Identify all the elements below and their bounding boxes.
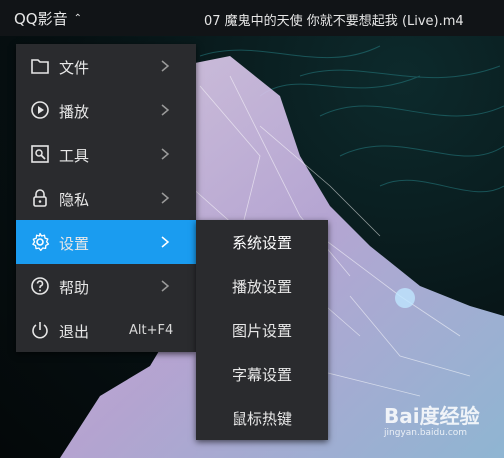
- gear-icon: [32, 232, 50, 252]
- menu-item-label: 播放: [59, 103, 90, 121]
- menu-item-file[interactable]: 文件: [16, 44, 196, 88]
- watermark-url: jingyan.baidu.com: [384, 428, 468, 438]
- menu-item-play[interactable]: 播放: [16, 88, 196, 132]
- menu-item-privacy[interactable]: 隐私: [16, 176, 196, 220]
- baidu-watermark: Bai度经验 jingyan.baidu.com: [384, 400, 499, 450]
- submenu-item-image-settings[interactable]: 图片设置: [196, 308, 328, 352]
- settings-submenu: 系统设置 播放设置 图片设置 字幕设置 鼠标热键: [196, 220, 328, 440]
- main-menu: 文件 播放 工具 隐私 设置 帮助 退出 Alt+F4: [16, 44, 328, 352]
- title-bar: QQ影音 ⌃ 07 魔鬼中的天使 你就不要想起我 (Live).m4: [0, 0, 504, 36]
- menu-item-tools[interactable]: 工具: [16, 132, 196, 176]
- chevron-right-icon: [161, 280, 170, 292]
- submenu-item-playback-settings[interactable]: 播放设置: [196, 264, 328, 308]
- chevron-right-icon: [161, 236, 170, 248]
- submenu-item-subtitle-settings[interactable]: 字幕设置: [196, 352, 328, 396]
- menu-item-help[interactable]: 帮助: [16, 264, 196, 308]
- submenu-item-label: 系统设置: [231, 233, 292, 252]
- submenu-item-label: 字幕设置: [231, 365, 292, 384]
- submenu-item-system-settings[interactable]: 系统设置: [196, 220, 328, 264]
- menu-item-label: 隐私: [59, 191, 90, 209]
- lock-icon: [33, 189, 47, 207]
- submenu-item-label: 播放设置: [231, 277, 292, 296]
- file-title: 07 魔鬼中的天使 你就不要想起我 (Live).m4: [204, 14, 464, 29]
- menu-item-exit[interactable]: 退出 Alt+F4: [16, 308, 196, 352]
- help-circle-icon: [31, 277, 49, 295]
- shortcut-label: Alt+F4: [129, 323, 174, 338]
- chevron-right-icon: [161, 192, 170, 204]
- tools-icon: [31, 145, 49, 163]
- submenu-item-label: 鼠标热键: [231, 409, 292, 428]
- app-title: QQ影音: [14, 10, 68, 28]
- power-icon: [32, 322, 48, 339]
- chevron-up-icon: ⌃: [73, 13, 83, 24]
- folder-icon: [31, 59, 49, 74]
- play-circle-icon: [31, 101, 49, 119]
- submenu-item-label: 图片设置: [231, 321, 292, 340]
- app-menu-button[interactable]: QQ影音 ⌃: [14, 8, 82, 29]
- submenu-item-mouse-hotkeys[interactable]: 鼠标热键: [196, 396, 328, 440]
- chevron-right-icon: [161, 60, 170, 72]
- menu-item-label: 退出: [59, 323, 90, 341]
- menu-item-label: 帮助: [59, 279, 90, 297]
- menu-item-label: 工具: [59, 147, 90, 165]
- menu-item-label: 文件: [59, 59, 90, 77]
- chevron-right-icon: [161, 104, 170, 116]
- menu-item-label: 设置: [59, 235, 90, 253]
- watermark-text: Bai度经验: [384, 404, 480, 428]
- chevron-right-icon: [161, 148, 170, 160]
